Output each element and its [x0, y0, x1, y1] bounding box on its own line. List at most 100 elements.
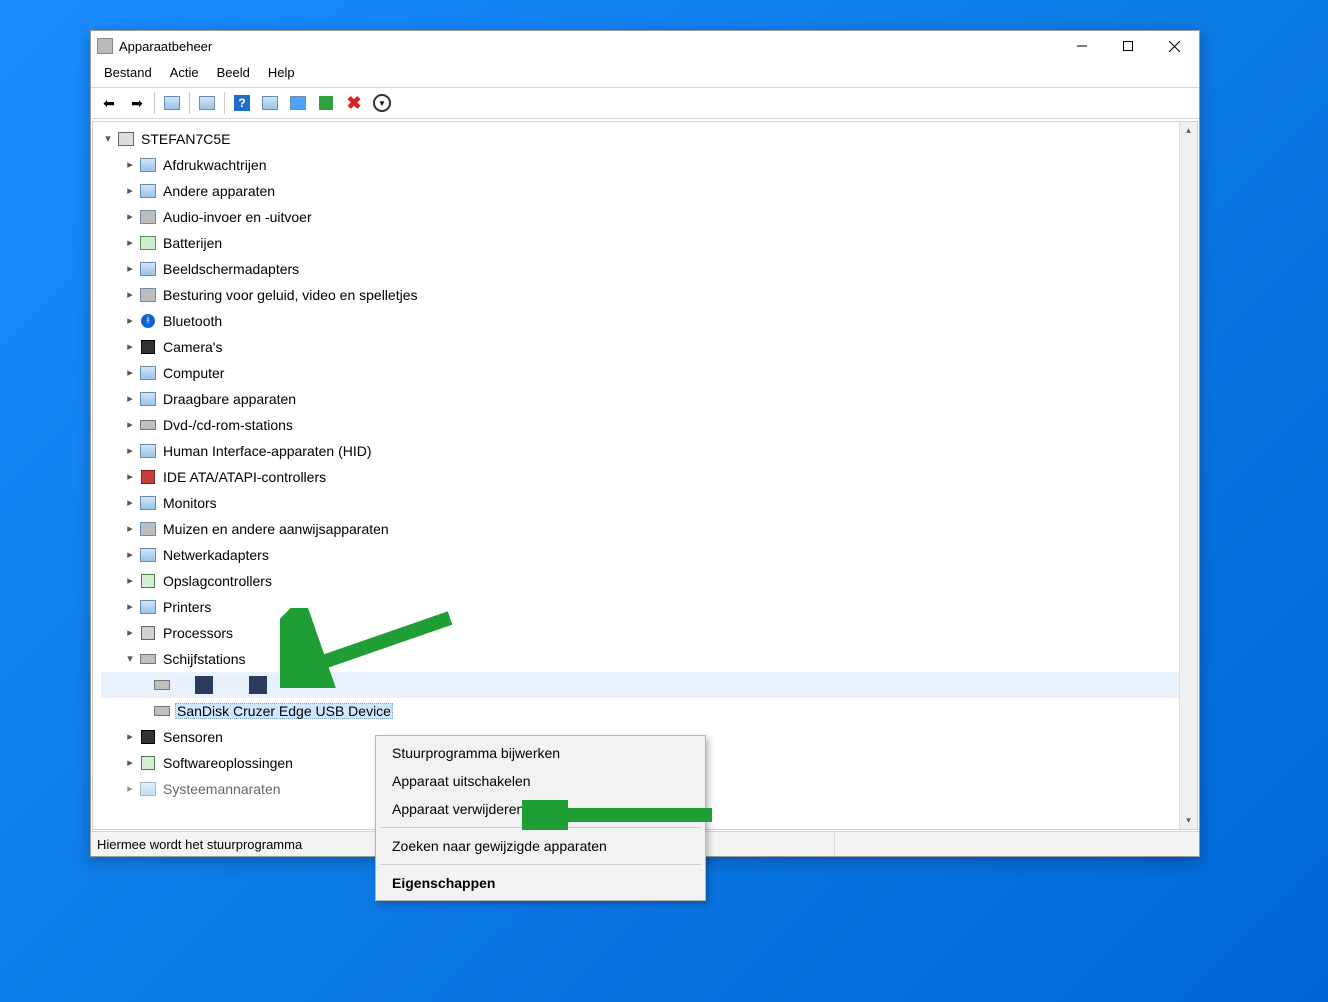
tree-item[interactable]: ▸Beeldschermadapters — [101, 256, 1197, 282]
chevron-right-icon[interactable]: ▸ — [123, 394, 137, 405]
chevron-right-icon[interactable]: ▸ — [123, 628, 137, 639]
tree-item[interactable]: ▸Processors — [101, 620, 1197, 646]
vertical-scrollbar[interactable]: ▴ ▾ — [1179, 122, 1197, 829]
ctx-properties[interactable]: Eigenschappen — [378, 869, 703, 897]
properties-icon — [199, 96, 215, 110]
app-icon — [97, 38, 113, 54]
tree-item[interactable]: ▸Printers — [101, 594, 1197, 620]
mouse-icon — [139, 520, 157, 538]
ctx-uninstall-device[interactable]: Apparaat verwijderen — [378, 795, 703, 823]
speaker-icon — [139, 208, 157, 226]
menu-action[interactable]: Actie — [161, 63, 208, 85]
chevron-right-icon[interactable]: ▸ — [123, 550, 137, 561]
selected-device-label: SanDisk Cruzer Edge USB Device — [175, 703, 393, 719]
enable-button[interactable] — [313, 90, 339, 116]
tree-item[interactable]: ▸IDE ATA/ATAPI-controllers — [101, 464, 1197, 490]
show-hide-button[interactable] — [159, 90, 185, 116]
chevron-right-icon[interactable]: ▸ — [123, 524, 137, 535]
chevron-right-icon[interactable]: ▸ — [123, 368, 137, 379]
tree-item[interactable]: ▸ᚼBluetooth — [101, 308, 1197, 334]
hid-icon — [139, 442, 157, 460]
menubar: Bestand Actie Beeld Help — [91, 61, 1199, 88]
back-button[interactable]: ⬅ — [96, 90, 122, 116]
tree-item-disk-blurred[interactable] — [101, 672, 1197, 698]
chevron-right-icon[interactable]: ▸ — [123, 758, 137, 769]
minimize-button[interactable] — [1059, 31, 1105, 61]
tree-item[interactable]: ▸Monitors — [101, 490, 1197, 516]
scroll-up-button[interactable]: ▴ — [1180, 122, 1197, 139]
menu-view[interactable]: Beeld — [208, 63, 259, 85]
tree-item-disk-drives[interactable]: ▾Schijfstations — [101, 646, 1197, 672]
system-devices-icon — [139, 780, 157, 798]
chevron-right-icon[interactable]: ▸ — [123, 160, 137, 171]
device-tree[interactable]: ▾ STEFAN7C5E ▸Afdrukwachtrijen ▸Andere a… — [93, 122, 1197, 829]
maximize-button[interactable] — [1105, 31, 1151, 61]
monitor-button[interactable] — [285, 90, 311, 116]
monitors-icon — [139, 494, 157, 512]
ctx-disable-device[interactable]: Apparaat uitschakelen — [378, 767, 703, 795]
chevron-right-icon[interactable]: ▸ — [123, 576, 137, 587]
root-label: STEFAN7C5E — [139, 132, 232, 146]
content-area: ▾ STEFAN7C5E ▸Afdrukwachtrijen ▸Andere a… — [92, 120, 1198, 830]
chevron-down-icon[interactable]: ▾ — [123, 654, 137, 665]
tree-root[interactable]: ▾ STEFAN7C5E — [101, 126, 1197, 152]
menu-file[interactable]: Bestand — [95, 63, 161, 85]
update-driver-button[interactable]: ▼ — [369, 90, 395, 116]
ctx-scan-hardware[interactable]: Zoeken naar gewijzigde apparaten — [378, 832, 703, 860]
ctx-update-driver[interactable]: Stuurprogramma bijwerken — [378, 739, 703, 767]
chevron-right-icon[interactable]: ▸ — [123, 498, 137, 509]
disk-icon — [153, 702, 171, 720]
tree-item[interactable]: ▸Batterijen — [101, 230, 1197, 256]
chevron-right-icon[interactable]: ▸ — [123, 290, 137, 301]
portable-device-icon — [139, 390, 157, 408]
uninstall-button[interactable]: ✖ — [341, 90, 367, 116]
display-adapter-icon — [139, 260, 157, 278]
disk-drives-icon — [139, 650, 157, 668]
scan-hardware-button[interactable] — [257, 90, 283, 116]
tree-item[interactable]: ▸Camera's — [101, 334, 1197, 360]
enable-icon — [319, 96, 333, 110]
tree-item[interactable]: ▸Netwerkadapters — [101, 542, 1197, 568]
forward-button[interactable]: ➡ — [124, 90, 150, 116]
tree-item[interactable]: ▸Afdrukwachtrijen — [101, 152, 1197, 178]
dvd-icon — [139, 416, 157, 434]
unknown-device-icon — [139, 182, 157, 200]
status-text: Hiermee wordt het stuurprogramma — [97, 837, 302, 852]
tree-item[interactable]: ▸Opslagcontrollers — [101, 568, 1197, 594]
network-icon — [139, 546, 157, 564]
chevron-right-icon[interactable]: ▸ — [123, 342, 137, 353]
tree-item[interactable]: ▸Draagbare apparaten — [101, 386, 1197, 412]
chevron-right-icon[interactable]: ▸ — [123, 732, 137, 743]
chevron-right-icon[interactable]: ▸ — [123, 420, 137, 431]
ctx-separator — [380, 864, 701, 865]
chevron-right-icon[interactable]: ▸ — [123, 446, 137, 457]
chevron-right-icon[interactable]: ▸ — [123, 238, 137, 249]
tree-item[interactable]: ▸Audio-invoer en -uitvoer — [101, 204, 1197, 230]
processor-icon — [139, 624, 157, 642]
help-button[interactable]: ? — [229, 90, 255, 116]
chevron-right-icon[interactable]: ▸ — [123, 784, 137, 795]
tree-item-selected-device[interactable]: SanDisk Cruzer Edge USB Device — [101, 698, 1197, 724]
chevron-down-icon[interactable]: ▾ — [101, 134, 115, 145]
chevron-right-icon[interactable]: ▸ — [123, 212, 137, 223]
ctx-separator — [380, 827, 701, 828]
chevron-right-icon[interactable]: ▸ — [123, 602, 137, 613]
menu-help[interactable]: Help — [259, 63, 304, 85]
tree-item[interactable]: ▸Andere apparaten — [101, 178, 1197, 204]
tree-item[interactable]: ▸Muizen en andere aanwijsapparaten — [101, 516, 1197, 542]
tree-item[interactable]: ▸Computer — [101, 360, 1197, 386]
properties-button[interactable] — [194, 90, 220, 116]
tree-item[interactable]: ▸Human Interface-apparaten (HID) — [101, 438, 1197, 464]
close-button[interactable] — [1151, 31, 1197, 61]
tree-item[interactable]: ▸Dvd-/cd-rom-stations — [101, 412, 1197, 438]
sound-controller-icon — [139, 286, 157, 304]
scroll-down-button[interactable]: ▾ — [1180, 812, 1197, 829]
printer-icon — [139, 156, 157, 174]
blurred-disk-label — [175, 676, 287, 694]
context-menu: Stuurprogramma bijwerken Apparaat uitsch… — [375, 735, 706, 901]
chevron-right-icon[interactable]: ▸ — [123, 472, 137, 483]
tree-item[interactable]: ▸Besturing voor geluid, video en spellet… — [101, 282, 1197, 308]
chevron-right-icon[interactable]: ▸ — [123, 186, 137, 197]
chevron-right-icon[interactable]: ▸ — [123, 264, 137, 275]
chevron-right-icon[interactable]: ▸ — [123, 316, 137, 327]
